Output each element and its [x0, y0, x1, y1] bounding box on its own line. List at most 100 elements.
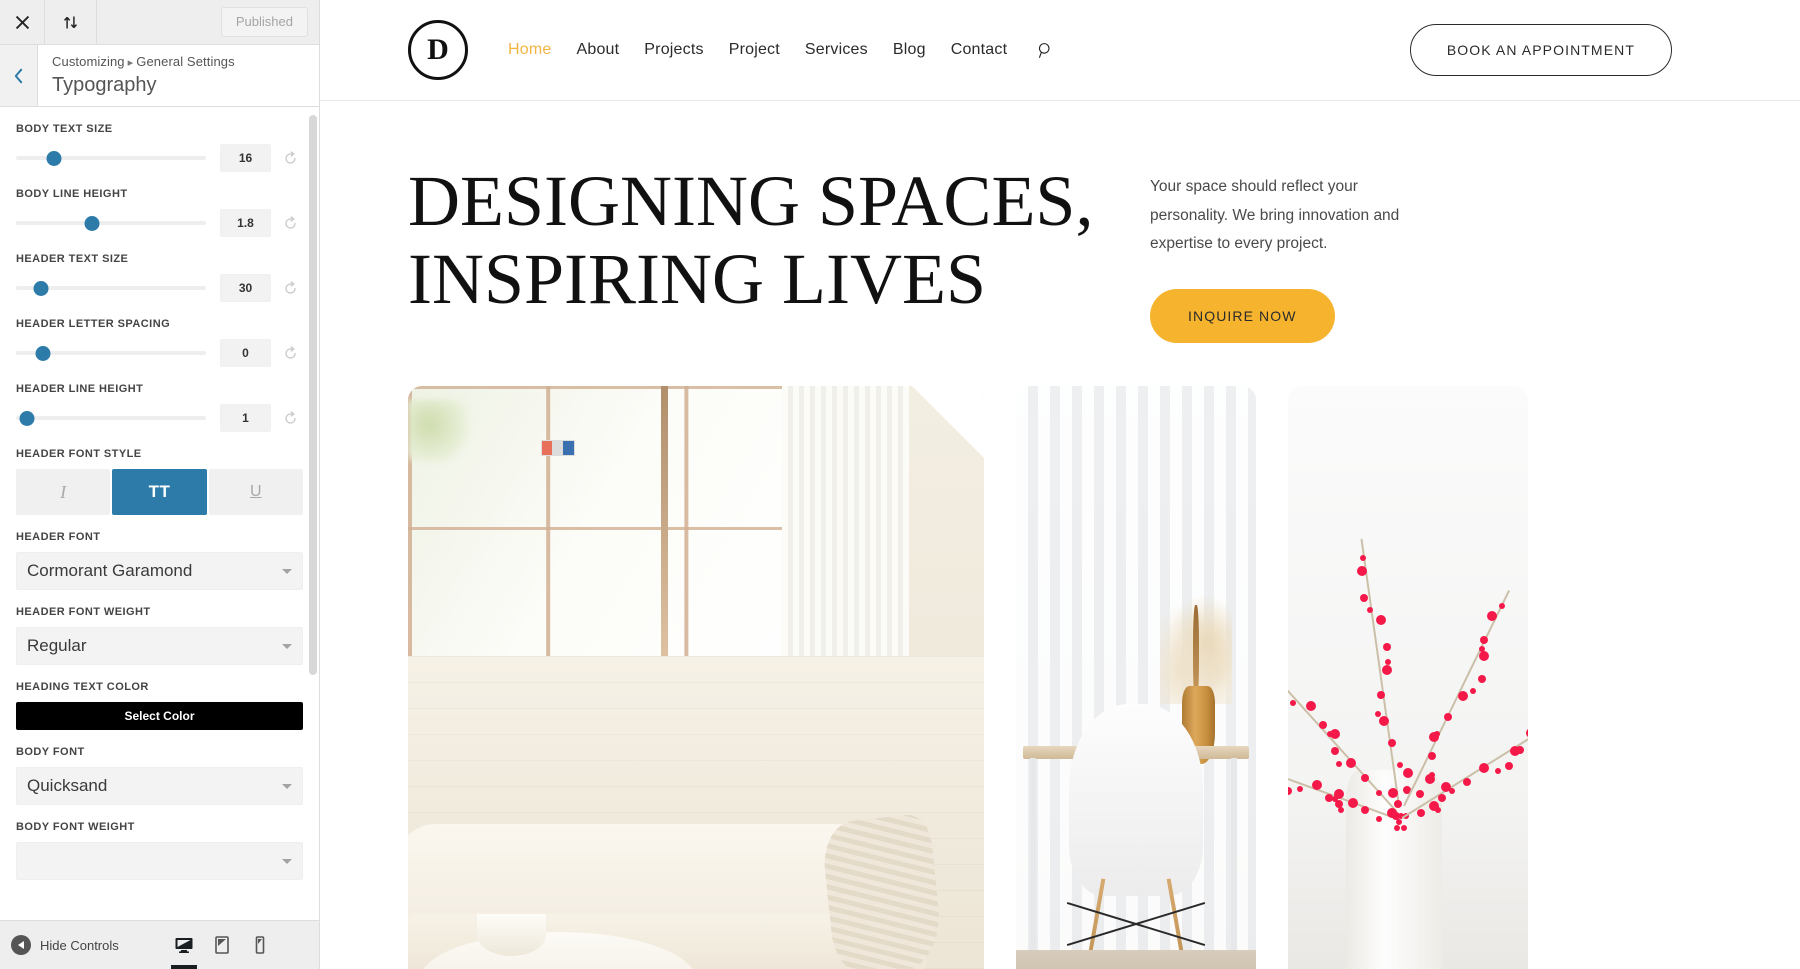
- search-icon[interactable]: [1037, 42, 1054, 59]
- body-font-select[interactable]: Quicksand: [16, 767, 303, 805]
- slider-row: 16: [16, 144, 303, 172]
- body-text-size-slider[interactable]: [16, 149, 206, 167]
- header-font-weight-select[interactable]: Regular: [16, 627, 303, 665]
- device-preview-switcher: [165, 921, 279, 969]
- reset-icon[interactable]: [277, 215, 303, 231]
- desktop-view-icon[interactable]: [165, 921, 203, 969]
- control-header-font: HEADER FONT Cormorant Garamond: [16, 531, 303, 590]
- slider-thumb[interactable]: [35, 346, 51, 361]
- nav-item-about[interactable]: About: [576, 41, 619, 59]
- control-label: HEADER LETTER SPACING: [16, 318, 171, 330]
- body-line-height-slider[interactable]: [16, 214, 206, 232]
- site-preview: D Home About Projects Project Services B…: [320, 0, 1800, 969]
- uppercase-toggle[interactable]: TT: [112, 469, 207, 515]
- hero-cta-column: Your space should reflect your personali…: [1110, 163, 1440, 344]
- underline-glyph: U: [250, 483, 262, 500]
- slider-track: [16, 221, 206, 225]
- body-font-weight-select[interactable]: [16, 842, 303, 880]
- underline-toggle[interactable]: U: [208, 469, 303, 515]
- header-letter-spacing-slider[interactable]: [16, 344, 206, 362]
- italic-glyph: I: [60, 481, 67, 502]
- nav-item-services[interactable]: Services: [805, 41, 868, 59]
- gallery-image-red-berries[interactable]: [1288, 386, 1528, 969]
- reset-icon[interactable]: [277, 280, 303, 296]
- control-body-text-size: BODY TEXT SIZE 16: [16, 123, 303, 172]
- berry: [1479, 650, 1490, 661]
- berry: [1333, 788, 1344, 799]
- primary-navigation: Home About Projects Project Services Blo…: [508, 41, 1054, 59]
- book-appointment-button[interactable]: BOOK AN APPOINTMENT: [1409, 24, 1672, 76]
- site-logo[interactable]: D: [408, 20, 468, 80]
- hide-controls-label: Hide Controls: [40, 937, 119, 953]
- reset-icon[interactable]: [277, 410, 303, 426]
- corner-clip: [912, 386, 984, 459]
- gallery-image-chair-desk[interactable]: [1016, 386, 1256, 969]
- control-label: BODY TEXT SIZE: [16, 123, 113, 135]
- sort-updown-icon[interactable]: [45, 0, 97, 44]
- berry: [1290, 699, 1297, 706]
- breadcrumb: Customizing ▸ General Settings: [52, 54, 235, 71]
- back-button[interactable]: [0, 45, 38, 106]
- control-body-line-height: BODY LINE HEIGHT 1.8: [16, 188, 303, 237]
- berry: [1509, 745, 1520, 756]
- hide-controls-button[interactable]: Hide Controls: [11, 935, 119, 955]
- berry: [1428, 732, 1439, 743]
- header-font-select[interactable]: Cormorant Garamond: [16, 552, 303, 590]
- berry: [1504, 762, 1513, 771]
- berry: [1478, 645, 1485, 652]
- reset-icon[interactable]: [277, 150, 303, 166]
- slider-track: [16, 156, 206, 160]
- site-header: D Home About Projects Project Services B…: [320, 0, 1800, 101]
- tablet-view-icon[interactable]: [203, 921, 241, 969]
- nav-item-contact[interactable]: Contact: [951, 41, 1008, 59]
- header-line-height-slider[interactable]: [16, 409, 206, 427]
- berry: [1458, 691, 1469, 702]
- nav-item-home[interactable]: Home: [508, 41, 551, 59]
- customizer-sidebar: Published Customizing ▸ General Settings T…: [0, 0, 320, 969]
- control-header-text-size: HEADER TEXT SIZE 30: [16, 253, 303, 302]
- mobile-view-icon[interactable]: [241, 921, 279, 969]
- berry: [1331, 796, 1338, 803]
- berry: [1376, 615, 1387, 626]
- published-button[interactable]: Published: [220, 7, 308, 37]
- italic-toggle[interactable]: I: [16, 469, 111, 515]
- slider-row: 0: [16, 339, 303, 367]
- berry: [1511, 748, 1518, 755]
- breadcrumb-section[interactable]: General Settings: [136, 54, 234, 69]
- header-text-size-value[interactable]: 30: [220, 274, 271, 302]
- slider-thumb[interactable]: [84, 216, 100, 231]
- scrollbar-thumb[interactable]: [309, 115, 317, 675]
- header-font-weight-value: Regular: [27, 636, 87, 655]
- hero-section: DESIGNING SPACES, INSPIRING LIVES Your s…: [320, 101, 1800, 344]
- inquire-now-button[interactable]: INQUIRE NOW: [1150, 289, 1335, 344]
- body-text-size-value[interactable]: 16: [220, 144, 271, 172]
- search-icon-glyph: [1039, 42, 1050, 58]
- gallery-image-loft-interior[interactable]: [408, 386, 984, 969]
- nav-item-project[interactable]: Project: [729, 41, 780, 59]
- nav-item-projects[interactable]: Projects: [644, 41, 703, 59]
- close-icon[interactable]: [0, 0, 45, 44]
- chevron-down-icon: [282, 859, 292, 864]
- sidebar-scrollbar[interactable]: [309, 107, 317, 920]
- nav-item-blog[interactable]: Blog: [893, 41, 926, 59]
- berry: [1335, 760, 1342, 767]
- select-color-button[interactable]: Select Color: [16, 702, 303, 730]
- berry: [1338, 806, 1345, 813]
- header-line-height-value[interactable]: 1: [220, 404, 271, 432]
- control-label: BODY FONT: [16, 746, 85, 758]
- control-label: HEADER FONT WEIGHT: [16, 606, 151, 618]
- slider-thumb[interactable]: [46, 151, 62, 166]
- control-header-font-style: HEADER FONT STYLE I TT U: [16, 448, 303, 515]
- breadcrumb-root[interactable]: Customizing: [52, 54, 125, 69]
- slider-track: [16, 416, 206, 420]
- slider-thumb[interactable]: [33, 281, 49, 296]
- body-line-height-value[interactable]: 1.8: [220, 209, 271, 237]
- slider-thumb[interactable]: [19, 411, 35, 426]
- berry: [1327, 730, 1334, 737]
- berry: [1526, 728, 1528, 739]
- reset-icon[interactable]: [277, 345, 303, 361]
- customizer-controls-scroll[interactable]: BODY TEXT SIZE 16 BODY LINE HEIGHT 1.8 H…: [0, 107, 319, 920]
- header-letter-spacing-value[interactable]: 0: [220, 339, 271, 367]
- header-text-size-slider[interactable]: [16, 279, 206, 297]
